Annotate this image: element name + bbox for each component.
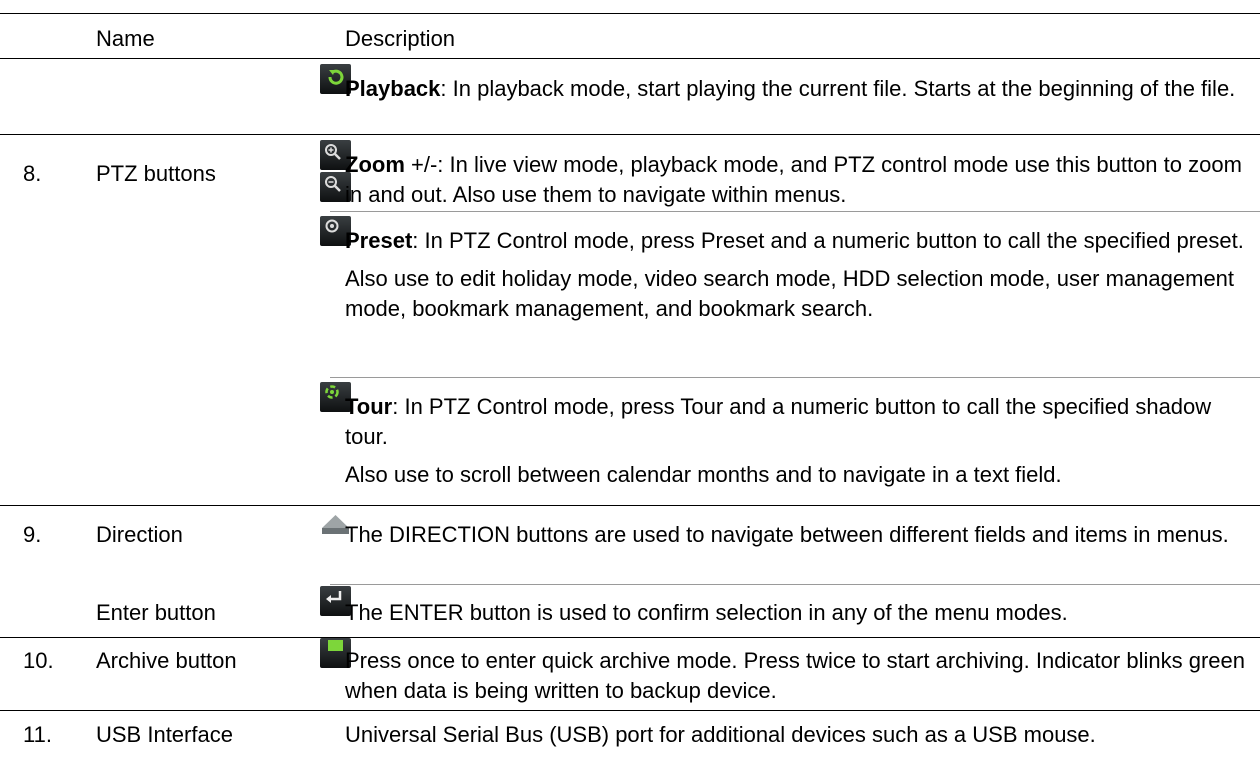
row-description: Universal Serial Bus (USB) port for addi… <box>345 722 1096 747</box>
row-separator <box>0 505 1260 506</box>
row-separator <box>330 211 1260 212</box>
row-description: Zoom +/-: In live view mode, playback mo… <box>345 152 1242 207</box>
row-number: 11. <box>23 722 52 747</box>
term-playback: Playback <box>345 76 441 101</box>
row-separator <box>330 584 1260 585</box>
term-tour: Tour <box>345 394 393 419</box>
header-name: Name <box>96 26 155 51</box>
row-separator <box>330 377 1260 378</box>
term-preset: Preset <box>345 228 413 253</box>
row-name: Direction <box>96 522 183 547</box>
row-separator <box>0 637 1260 638</box>
row-description: Press once to enter quick archive mode. … <box>345 648 1245 703</box>
table-top-rule <box>0 13 1260 14</box>
row-number: 8. <box>23 161 42 186</box>
row-description: Preset: In PTZ Control mode, press Prese… <box>345 228 1244 321</box>
row-description: Playback: In playback mode, start playin… <box>345 76 1236 101</box>
row-name: Enter button <box>96 600 216 625</box>
row-separator <box>0 134 1260 135</box>
row-description: Tour: In PTZ Control mode, press Tour an… <box>345 394 1212 487</box>
row-description: The ENTER button is used to confirm sele… <box>345 600 1068 625</box>
row-description: The DIRECTION buttons are used to naviga… <box>345 522 1229 547</box>
row-number: 9. <box>23 522 42 547</box>
header-separator <box>0 58 1260 59</box>
row-separator <box>0 710 1260 711</box>
row-number: 10. <box>23 648 54 673</box>
term-zoom: Zoom <box>345 152 405 177</box>
row-name: Archive button <box>96 648 237 673</box>
row-name: USB Interface <box>96 722 233 747</box>
row-name: PTZ buttons <box>96 161 216 186</box>
header-description: Description <box>345 26 456 51</box>
